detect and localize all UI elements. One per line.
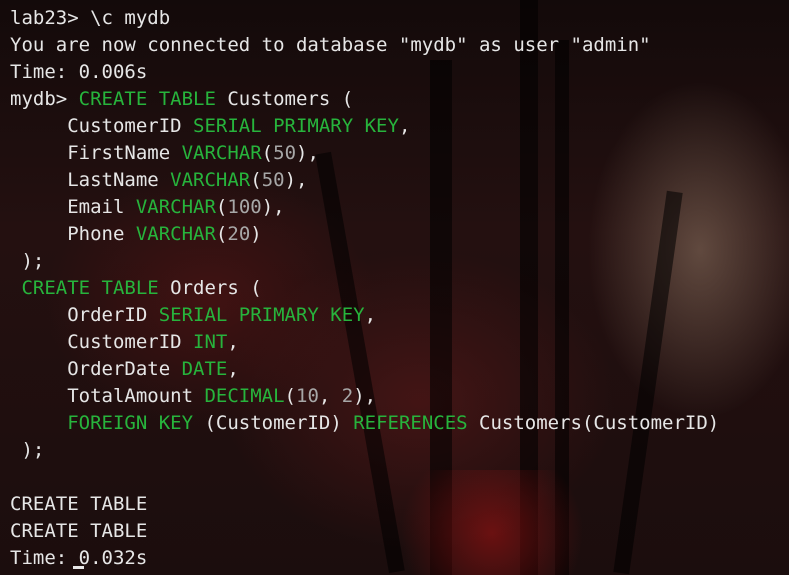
terminal-text: Phone [10,223,136,245]
terminal-text: CREATE TABLE [10,520,148,542]
terminal-line: ); [10,248,789,275]
sql-number: 50 [261,169,285,191]
terminal-text: OrderID [10,304,159,326]
terminal-line: OrderID SERIAL PRIMARY KEY, [10,302,789,329]
terminal-text: Time: 0.006s [10,61,148,83]
sql-number: 50 [273,142,297,164]
sql-number: 2 [341,385,354,407]
terminal-text: Customers ( [215,88,354,110]
terminal-output[interactable]: lab23> \c mydb You are now connected to d… [10,5,789,572]
terminal-text: ), [284,169,308,191]
terminal-line: lab23> \c mydb [10,5,789,32]
terminal-text: OrderDate [10,358,182,380]
sql-keyword: CREATE TABLE [21,277,159,299]
terminal-text: ); [10,439,45,461]
terminal-text: ), [353,385,377,407]
terminal-text: ( [215,196,228,218]
terminal-line: FirstName VARCHAR(50), [10,140,789,167]
sql-keyword: VARCHAR [181,142,262,164]
terminal-text: ), [261,196,285,218]
terminal-text: , [227,358,239,380]
terminal-text: (CustomerID) [193,412,354,434]
terminal-text: You are now connected to database "mydb"… [10,34,651,56]
sql-keyword: FOREIGN KEY [67,412,194,434]
sql-keyword: REFERENCES [353,412,468,434]
sql-keyword: DECIMAL [204,385,285,407]
terminal-text: ); [10,250,45,272]
terminal-text: CustomerID [10,331,194,353]
terminal-line: CREATE TABLE [10,518,789,545]
terminal-text: LastName [10,169,171,191]
terminal-line: TotalAmount DECIMAL(10, 2), [10,383,789,410]
terminal-line: FOREIGN KEY (CustomerID) REFERENCES Cust… [10,410,789,437]
terminal-text: lab23> \c mydb [10,7,171,29]
terminal-line: LastName VARCHAR(50), [10,167,789,194]
terminal-line: ); [10,437,789,464]
terminal-text: ), [296,142,319,164]
terminal-line: CustomerID INT, [10,329,789,356]
sql-keyword: VARCHAR [135,196,216,218]
terminal-text: ) [250,223,262,245]
terminal-line: Email VARCHAR(100), [10,194,789,221]
terminal-text: , [227,331,239,353]
text-cursor [73,566,84,569]
terminal-line: Time: 0.032s [10,545,789,572]
terminal-line: CustomerID SERIAL PRIMARY KEY, [10,113,789,140]
terminal-line: CREATE TABLE Orders ( [10,275,789,302]
terminal-line: OrderDate DATE, [10,356,789,383]
terminal-line: Time: 0.006s [10,59,789,86]
terminal-text: ( [284,385,296,407]
terminal-text: , [364,304,377,326]
terminal-line: You are now connected to database "mydb"… [10,32,789,59]
sql-keyword: VARCHAR [135,223,216,245]
terminal-text: , [318,385,342,407]
sql-number: 10 [296,385,319,407]
terminal-text: , [398,115,411,137]
terminal-text: Email [10,196,136,218]
terminal-text: Orders ( [158,277,262,299]
terminal-text: TotalAmount [10,385,205,407]
terminal-line: Phone VARCHAR(20) [10,221,789,248]
sql-keyword: VARCHAR [170,169,251,191]
terminal-text: CREATE TABLE [10,493,148,515]
terminal-text: ( [261,142,274,164]
terminal-text: mydb> [10,88,79,110]
sql-keyword: SERIAL PRIMARY KEY [158,304,365,326]
sql-keyword: DATE [181,358,228,380]
terminal-text: Customers(CustomerID) [467,412,720,434]
sql-number: 100 [227,196,262,218]
sql-number: 20 [227,223,251,245]
sql-keyword: INT [193,331,228,353]
terminal-text: CustomerID [10,115,194,137]
terminal-text: ( [215,223,228,245]
sql-keyword: SERIAL PRIMARY KEY [193,115,399,137]
terminal-text: ( [250,169,262,191]
terminal-text: FirstName [10,142,182,164]
sql-keyword: CREATE TABLE [78,88,216,110]
terminal-line: mydb> CREATE TABLE Customers ( [10,86,789,113]
terminal-line: CREATE TABLE [10,491,789,518]
